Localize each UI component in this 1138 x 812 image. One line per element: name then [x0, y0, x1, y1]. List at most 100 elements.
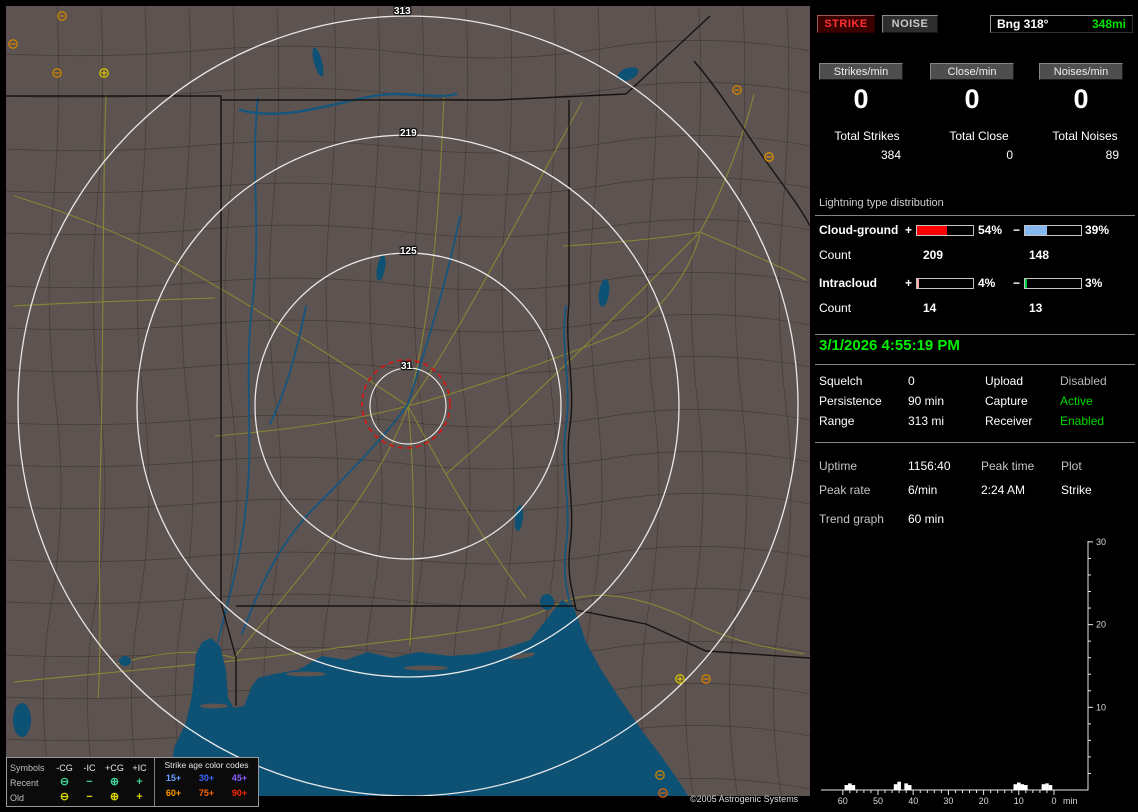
legend-age-row-recent: 15+ 30+ 45+	[157, 770, 256, 785]
clock-display: 3/1/2026 4:55:19 PM	[819, 337, 960, 354]
cloud-ground-label: Cloud-ground	[819, 223, 899, 237]
peak-time-label: Peak time	[981, 459, 1035, 473]
distribution-title: Lightning type distribution	[819, 197, 944, 209]
squelch-value: 0	[908, 374, 915, 388]
squelch-label: Squelch	[819, 374, 863, 388]
age-45: 45+	[231, 772, 248, 783]
total-strikes-label: Total Strikes	[834, 129, 900, 143]
plot-label: Plot	[1061, 459, 1082, 473]
copyright-text: ©2005 Astrogenic Systems	[690, 794, 799, 804]
age-90: 90+	[231, 787, 248, 798]
neg-ic-recent-icon: −	[86, 776, 93, 788]
age-15: 15+	[165, 772, 182, 783]
legend-col-pos-cg: +CG	[105, 762, 124, 773]
close-per-min-label: Close/min	[930, 63, 1014, 80]
total-close-value: 0	[1006, 148, 1013, 162]
neg-cg-recent-icon: ⊖	[59, 776, 70, 788]
noises-per-min-value: 0	[1073, 84, 1089, 114]
svg-text:0: 0	[1051, 796, 1056, 806]
trend-axis-labels: 10 20 30 60 50 40 30 20 10 0 min	[838, 537, 1106, 806]
strike-tab-button[interactable]: STRIKE	[817, 15, 875, 33]
svg-text:30: 30	[943, 796, 953, 806]
cg-pos-bar	[916, 225, 974, 236]
bearing-value: Bng 318°	[997, 17, 1049, 31]
strikes-per-min-value: 0	[853, 84, 869, 114]
range-ring-label: 219	[400, 128, 417, 139]
legend-age-header: Strike age color codes	[164, 760, 249, 770]
control-panel: STRIKE NOISE Bng 318° 348mi Strikes/min …	[813, 0, 1138, 812]
peak-time-value: 2:24 AM	[981, 483, 1026, 497]
range-value: 313 mi	[908, 414, 945, 428]
svg-text:30: 30	[1096, 537, 1106, 547]
range-label: Range	[819, 414, 855, 428]
cg-pos-pct: 54%	[978, 223, 1003, 237]
strikes-per-min-label: Strikes/min	[819, 63, 903, 80]
uptime-label: Uptime	[819, 459, 858, 473]
cg-neg-bar	[1024, 225, 1082, 236]
noises-per-min-label: Noises/min	[1039, 63, 1123, 80]
ic-pos-count: 14	[923, 301, 937, 315]
trend-window-value: 60 min	[908, 512, 945, 526]
divider	[815, 215, 1135, 216]
divider	[815, 334, 1135, 335]
total-close-label: Total Close	[949, 129, 1009, 143]
legend-row-old-label: Old	[10, 792, 25, 803]
pos-ic-recent-icon: +	[136, 776, 143, 788]
ic-neg-bar	[1024, 278, 1082, 289]
range-ring-label: 125	[400, 246, 417, 257]
range-ring-label: 313	[394, 6, 411, 17]
peak-rate-value: 6/min	[908, 483, 938, 497]
bearing-range: 348mi	[1091, 17, 1126, 31]
pos-cg-recent-icon: ⊕	[109, 776, 120, 788]
pos-cg-old-icon: ⊕	[109, 791, 120, 803]
total-strikes-value: 384	[880, 148, 901, 162]
minus-sign: −	[1013, 276, 1021, 290]
svg-text:20: 20	[1096, 620, 1106, 630]
svg-text:40: 40	[908, 796, 918, 806]
lightning-map[interactable]: 313 219 125 31 Symbols -CG -IC +CG +IC R…	[6, 6, 810, 807]
legend-row-recent-label: Recent	[10, 777, 39, 788]
svg-text:50: 50	[873, 796, 883, 806]
neg-cg-old-icon: ⊖	[59, 791, 70, 803]
persistence-label: Persistence	[819, 394, 882, 408]
svg-text:20: 20	[979, 796, 989, 806]
persistence-value: 90 min	[908, 394, 945, 408]
ic-pos-pct: 4%	[978, 276, 996, 290]
capture-label: Capture	[985, 394, 1028, 408]
intracloud-label: Intracloud	[819, 276, 878, 290]
count-label: Count	[819, 248, 852, 262]
nexstorm-window: 313 219 125 31 Symbols -CG -IC +CG +IC R…	[0, 0, 1138, 812]
upload-status: Disabled	[1060, 374, 1107, 388]
close-per-min-value: 0	[964, 84, 980, 114]
age-60: 60+	[165, 787, 182, 798]
cg-neg-pct: 39%	[1085, 223, 1110, 237]
cg-neg-bar-fill	[1025, 226, 1047, 235]
map-svg	[6, 6, 810, 806]
receiver-label: Receiver	[985, 414, 1033, 428]
range-ring-label: 31	[401, 361, 413, 372]
trend-bars	[844, 781, 1053, 790]
legend-col-neg-cg: -CG	[56, 762, 73, 773]
age-30: 30+	[198, 772, 215, 783]
neg-ic-old-icon: −	[86, 791, 93, 803]
cg-pos-bar-fill	[917, 226, 948, 235]
pos-ic-old-icon: +	[136, 791, 143, 803]
svg-text:10: 10	[1096, 702, 1106, 712]
svg-text:10: 10	[1014, 796, 1024, 806]
trend-axis-ticks	[842, 541, 1093, 795]
ic-pos-bar-fill	[917, 279, 920, 288]
plot-value: Strike	[1061, 483, 1092, 497]
divider	[815, 364, 1135, 365]
plus-sign: +	[905, 276, 913, 290]
minus-sign: −	[1013, 223, 1021, 237]
noise-tab-button[interactable]: NOISE	[882, 15, 938, 33]
trend-graph-label: Trend graph	[819, 512, 884, 526]
age-75: 75+	[198, 787, 215, 798]
count-label: Count	[819, 301, 852, 315]
svg-text:60: 60	[838, 796, 848, 806]
cg-neg-count: 148	[1029, 248, 1050, 262]
total-noises-label: Total Noises	[1052, 129, 1118, 143]
capture-status: Active	[1060, 394, 1093, 408]
ic-pos-bar	[916, 278, 974, 289]
peak-rate-label: Peak rate	[819, 483, 871, 497]
